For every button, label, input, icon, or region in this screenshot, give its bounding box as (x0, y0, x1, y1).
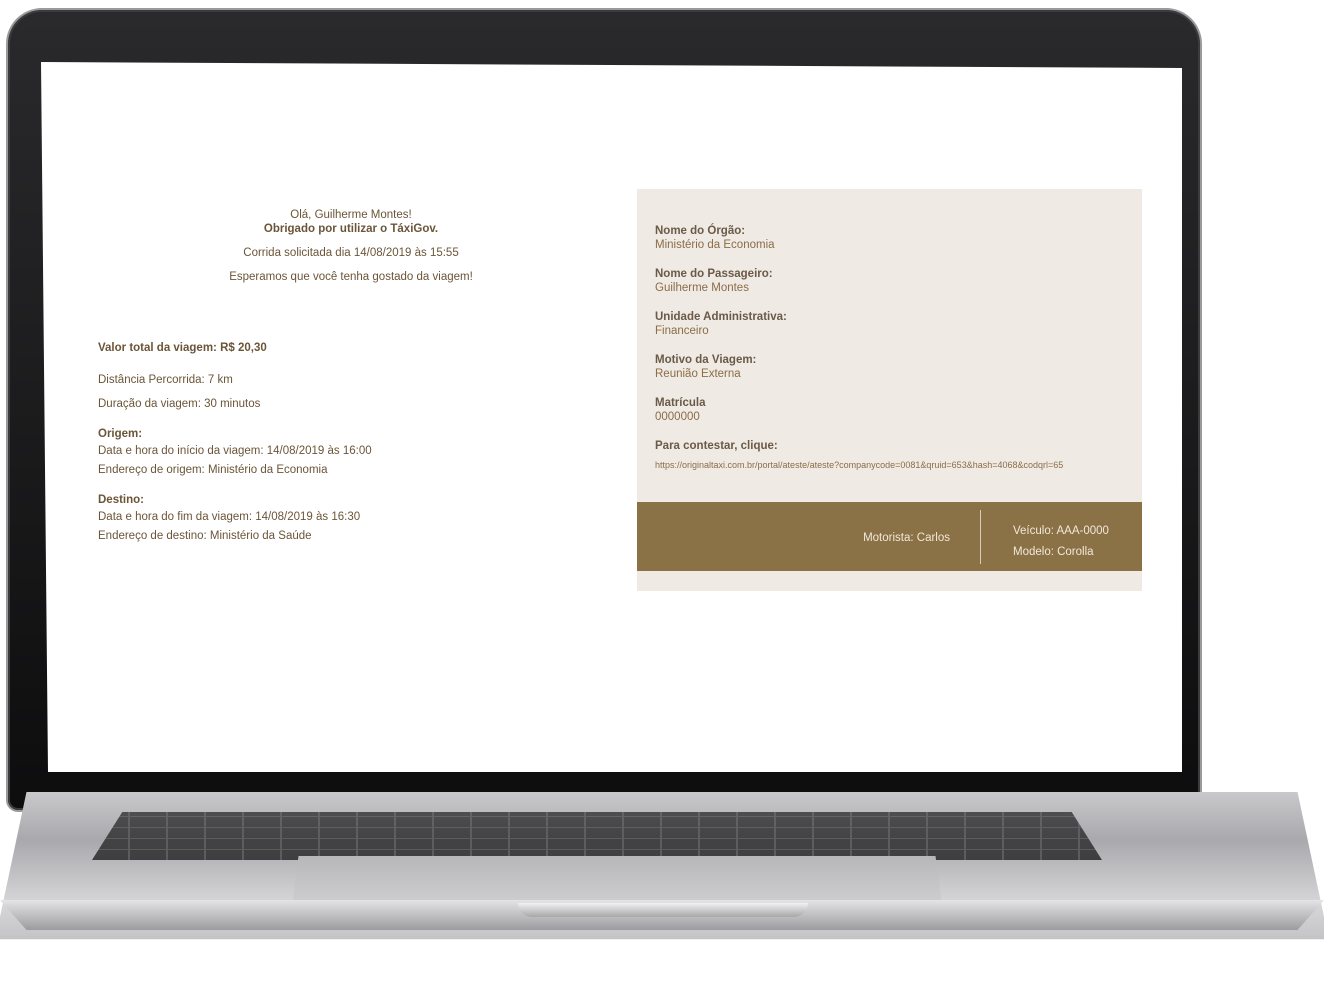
greeting-text: Olá, Guilherme Montes! (290, 209, 412, 221)
field-label: Nome do Passageiro: (655, 268, 773, 280)
field-contest: Para contestar, clique: https://original… (655, 439, 1135, 472)
origin-heading: Origem: (98, 428, 143, 440)
origin-datetime: Data e hora do início da viagem: 14/08/2… (98, 445, 372, 457)
vehicle-plate: Veículo: AAA-0000 (1013, 525, 1109, 537)
vehicle-model: Modelo: Corolla (1013, 546, 1094, 558)
contest-label: Para contestar, clique: (655, 440, 778, 452)
driver-text: Motorista: Carlos (863, 532, 950, 544)
field-motivo: Motivo da Viagem: Reunião Externa (655, 353, 1135, 381)
trip-details: Valor total da viagem: R$ 20,30 Distânci… (98, 342, 372, 549)
field-value: Reunião Externa (655, 368, 741, 380)
field-orgao: Nome do Órgão: Ministério da Economia (655, 224, 1135, 252)
hope-text: Esperamos que você tenha gostado da viag… (229, 271, 473, 283)
card-fields: Nome do Órgão: Ministério da Economia No… (655, 224, 1135, 487)
laptop-keyboard (92, 812, 1102, 860)
email-left-panel: Olá, Guilherme Montes! Obrigado por util… (41, 62, 631, 772)
contest-link[interactable]: https://originaltaxi.com.br/portal/atest… (655, 458, 1135, 472)
email-intro: Olá, Guilherme Montes! Obrigado por util… (171, 208, 531, 284)
destination-heading: Destino: (98, 494, 144, 506)
laptop-notch (518, 903, 808, 917)
thanks-text: Obrigado por utilizar o TáxiGov. (263, 223, 439, 235)
field-label: Unidade Administrativa: (655, 311, 787, 323)
laptop-lid: Olá, Guilherme Montes! Obrigado por util… (8, 10, 1200, 810)
field-value: Ministério da Economia (655, 239, 775, 251)
field-value: Guilherme Montes (655, 282, 749, 294)
trip-info-card: Nome do Órgão: Ministério da Economia No… (637, 189, 1142, 591)
field-label: Motivo da Viagem: (655, 354, 757, 366)
destination-datetime: Data e hora do fim da viagem: 14/08/2019… (98, 511, 361, 523)
trip-distance: Distância Percorrida: 7 km (98, 374, 233, 386)
laptop-trackpad (292, 856, 942, 906)
field-value: 0000000 (655, 411, 700, 423)
field-value: Financeiro (655, 325, 709, 337)
vehicle-info: Veículo: AAA-0000 Modelo: Corolla (1013, 521, 1109, 563)
field-unidade: Unidade Administrativa: Financeiro (655, 310, 1135, 338)
trip-total: Valor total da viagem: R$ 20,30 (98, 342, 267, 354)
laptop-screen: Olá, Guilherme Montes! Obrigado por util… (41, 62, 1182, 772)
field-label: Matrícula (655, 397, 706, 409)
field-matricula: Matrícula 0000000 (655, 396, 1135, 424)
destination-address: Endereço de destino: Ministério da Saúde (98, 530, 312, 542)
footer-divider (980, 510, 981, 564)
trip-duration: Duração da viagem: 30 minutos (98, 398, 261, 410)
card-footer: Motorista: Carlos Veículo: AAA-0000 Mode… (637, 502, 1142, 571)
requested-text: Corrida solicitada dia 14/08/2019 às 15:… (243, 247, 459, 259)
origin-address: Endereço de origem: Ministério da Econom… (98, 464, 328, 476)
field-passageiro: Nome do Passageiro: Guilherme Montes (655, 267, 1135, 295)
field-label: Nome do Órgão: (655, 225, 746, 237)
